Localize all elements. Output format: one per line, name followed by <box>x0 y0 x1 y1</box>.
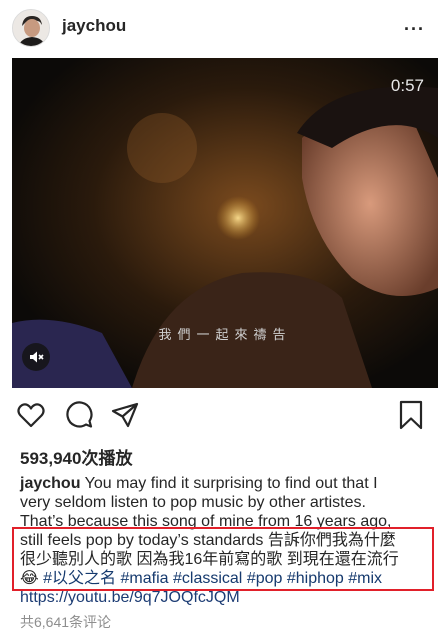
post-username[interactable]: jaychou <box>62 16 126 36</box>
speaker-muted-icon <box>30 351 44 363</box>
caption-username[interactable]: jaychou <box>20 475 80 492</box>
share-button[interactable] <box>110 400 140 430</box>
video-subtitle: 我們一起來禱告 <box>158 328 292 343</box>
avatar-photo <box>13 10 49 46</box>
comment-icon <box>66 401 93 428</box>
avatar[interactable] <box>12 9 50 47</box>
caption-text-1: You may find it surprising to find out t… <box>80 475 378 492</box>
highlight-box <box>12 527 434 591</box>
save-button[interactable] <box>396 400 426 430</box>
comment-button[interactable] <box>64 400 94 430</box>
caption-line-1: jaychou You may find it surprising to fi… <box>20 474 440 493</box>
video-timer: 0:57 <box>390 76 424 95</box>
bookmark-icon <box>399 400 423 430</box>
view-comments-link[interactable]: 共6,641条评论 <box>20 612 111 632</box>
like-button[interactable] <box>16 400 46 430</box>
caption-line-2: very seldom listen to pop music by other… <box>20 494 366 511</box>
mute-button[interactable] <box>22 343 50 371</box>
post-header: jaychou ... <box>0 0 448 56</box>
view-count: 593,940次播放 <box>20 449 133 468</box>
paper-plane-icon <box>111 402 139 428</box>
video-player[interactable]: 0:57 我們一起來禱告 <box>12 58 438 388</box>
more-options-icon[interactable]: ... <box>404 14 425 35</box>
heart-icon <box>17 403 45 428</box>
action-bar <box>0 400 448 436</box>
